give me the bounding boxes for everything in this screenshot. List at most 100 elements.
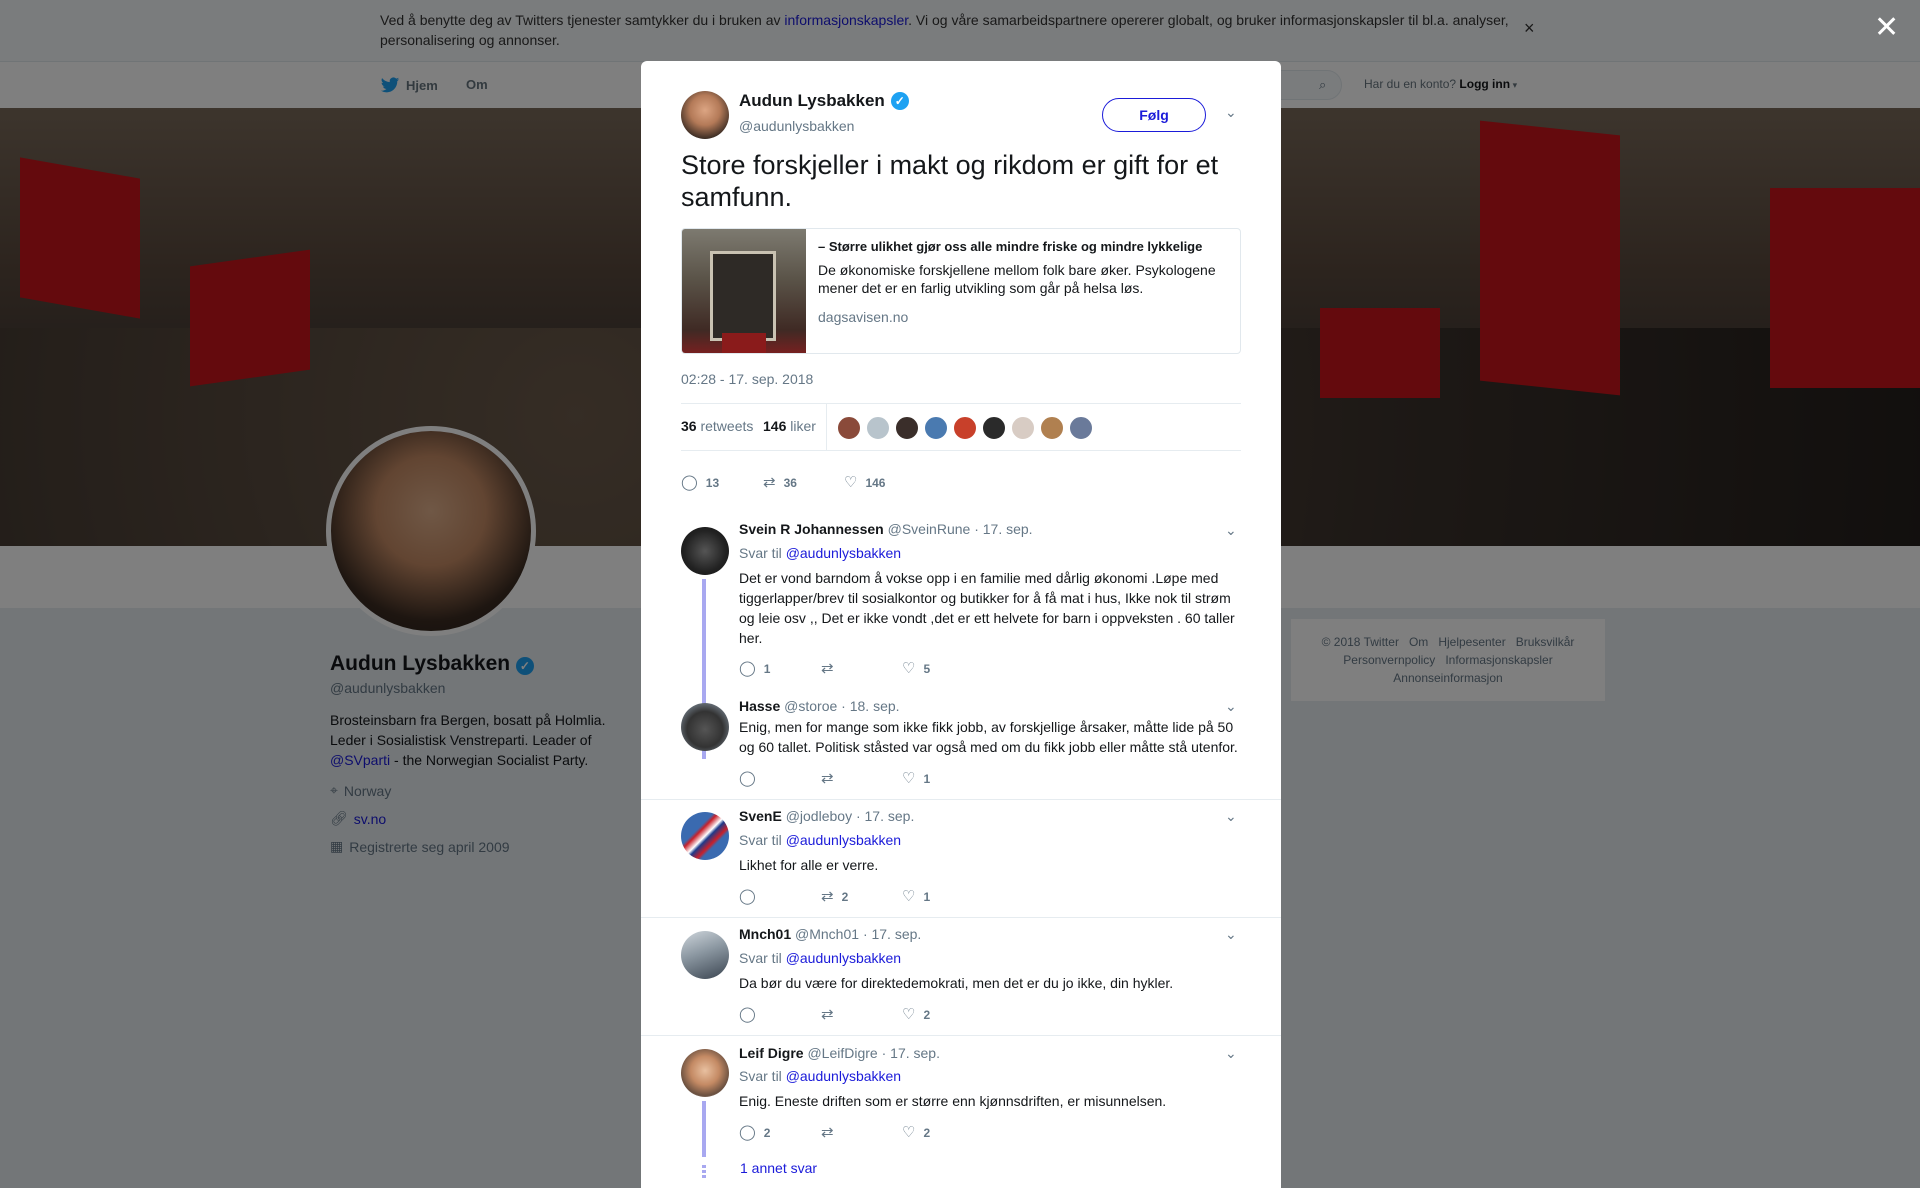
retweet-icon: ⇄ <box>821 888 834 905</box>
reply-date[interactable]: · 17. sep. <box>882 1045 940 1061</box>
card-title: – Større ulikhet gjør oss alle mindre fr… <box>818 239 1203 254</box>
reply-icon: ◯ <box>739 770 756 787</box>
author-avatar[interactable] <box>681 91 729 139</box>
tweet-timestamp[interactable]: 02:28 - 17. sep. 2018 <box>681 371 813 387</box>
reply-avatar[interactable] <box>681 812 729 860</box>
reply-action[interactable]: ◯ <box>739 771 764 787</box>
retweet-action[interactable]: ⇄ 2 <box>821 889 848 905</box>
liker-avatar[interactable] <box>953 416 977 440</box>
like-action[interactable]: ♡ 1 <box>902 771 930 787</box>
like-action[interactable]: ♡ 2 <box>902 1007 930 1023</box>
card-image <box>682 229 806 353</box>
like-count: 2 <box>923 1008 931 1022</box>
reply-avatar[interactable] <box>681 931 729 979</box>
reply-header: SvenE @jodleboy · 17. sep. <box>739 808 914 824</box>
retweet-action[interactable]: ⇄ <box>821 1125 842 1141</box>
reply-author-name[interactable]: Leif Digre <box>739 1045 804 1061</box>
reply-action[interactable]: ◯ <box>739 889 764 905</box>
chevron-down-icon[interactable]: ⌄ <box>1225 1045 1237 1062</box>
thread-dots <box>702 1165 706 1179</box>
stats-divider <box>826 404 827 450</box>
reply-avatar[interactable] <box>681 1049 729 1097</box>
reply-divider <box>641 1035 1281 1036</box>
reply-action[interactable]: ◯ 13 <box>681 475 719 491</box>
reply-date[interactable]: · 17. sep. <box>974 521 1032 537</box>
like-count: 5 <box>923 662 931 676</box>
reply-date[interactable]: · 18. sep. <box>841 698 899 714</box>
retweet-icon: ⇄ <box>763 474 776 491</box>
follow-button[interactable]: Følg <box>1102 98 1206 132</box>
reply-action[interactable]: ◯ 2 <box>739 1125 770 1141</box>
reply-author-handle[interactable]: @SveinRune <box>888 521 971 537</box>
link-card[interactable]: – Større ulikhet gjør oss alle mindre fr… <box>681 228 1241 354</box>
like-action[interactable]: ♡ 146 <box>844 475 885 491</box>
reply-author-name[interactable]: Hasse <box>739 698 780 714</box>
more-replies-link[interactable]: 1 annet svar <box>740 1160 817 1176</box>
reply-header: Mnch01 @Mnch01 · 17. sep. <box>739 926 921 942</box>
reply-to-link[interactable]: @audunlysbakken <box>786 545 901 561</box>
liker-avatar[interactable] <box>982 416 1006 440</box>
retweet-action[interactable]: ⇄ <box>821 1007 842 1023</box>
reply-author-handle[interactable]: @storoe <box>784 698 837 714</box>
reply-to-label: Svar til <box>739 950 786 966</box>
reply-to-label: Svar til <box>739 832 786 848</box>
thread-line <box>702 1101 706 1157</box>
reply-action[interactable]: ◯ 1 <box>739 661 770 677</box>
like-count-value: 146 <box>763 418 787 434</box>
chevron-down-icon[interactable]: ⌄ <box>1225 698 1237 715</box>
retweet-action[interactable]: ⇄ <box>821 771 842 787</box>
author-handle[interactable]: @audunlysbakken <box>739 118 854 134</box>
liker-avatar[interactable] <box>837 416 861 440</box>
heart-icon: ♡ <box>902 1006 916 1023</box>
retweet-action-count: 36 <box>783 476 797 490</box>
liker-avatar[interactable] <box>895 416 919 440</box>
chevron-down-icon[interactable]: ⌄ <box>1225 104 1237 121</box>
retweet-count[interactable]: 36 retweets <box>681 418 753 434</box>
reply-author-name[interactable]: SvenE <box>739 808 782 824</box>
retweet-action[interactable]: ⇄ <box>821 661 842 677</box>
reply-date[interactable]: · 17. sep. <box>856 808 914 824</box>
reply-to-link[interactable]: @audunlysbakken <box>786 1068 901 1084</box>
reply-count: 1 <box>763 662 771 676</box>
liker-avatar[interactable] <box>1011 416 1035 440</box>
reply-avatar[interactable] <box>681 527 729 575</box>
reply-author-handle[interactable]: @LeifDigre <box>807 1045 877 1061</box>
chevron-down-icon[interactable]: ⌄ <box>1225 808 1237 825</box>
like-action[interactable]: ♡ 1 <box>902 889 930 905</box>
reply-divider <box>641 917 1281 918</box>
like-count: 1 <box>923 772 931 786</box>
reply-text: Enig, men for mange som ikke fikk jobb, … <box>739 719 1238 755</box>
reply-to-link[interactable]: @audunlysbakken <box>786 832 901 848</box>
author-name[interactable]: Audun Lysbakken ✓ <box>739 91 909 111</box>
reply-avatar[interactable] <box>681 703 729 751</box>
chevron-down-icon[interactable]: ⌄ <box>1225 522 1237 539</box>
retweet-icon: ⇄ <box>821 1006 834 1023</box>
retweet-count: 2 <box>841 890 849 904</box>
heart-icon: ♡ <box>902 1124 916 1141</box>
liker-avatar[interactable] <box>1040 416 1064 440</box>
reply-to-link[interactable]: @audunlysbakken <box>786 950 901 966</box>
reply-to-label: Svar til <box>739 545 786 561</box>
liker-avatar[interactable] <box>866 416 890 440</box>
retweet-action[interactable]: ⇄ 36 <box>763 475 797 491</box>
chevron-down-icon[interactable]: ⌄ <box>1225 926 1237 943</box>
reply-icon: ◯ <box>739 888 756 905</box>
like-count[interactable]: 146 liker <box>763 418 816 434</box>
reply-text: Enig. Eneste driften som er større enn k… <box>739 1093 1167 1109</box>
close-icon[interactable]: ✕ <box>1874 10 1899 45</box>
reply-date[interactable]: · 17. sep. <box>863 926 921 942</box>
liker-avatar[interactable] <box>924 416 948 440</box>
reply-author-handle[interactable]: @jodleboy <box>786 808 852 824</box>
reply-to: Svar til @audunlysbakken <box>739 950 901 966</box>
like-action[interactable]: ♡ 2 <box>902 1125 930 1141</box>
tweet-stats: 36 retweets 146 liker <box>681 403 1241 451</box>
liker-avatar[interactable] <box>1069 416 1093 440</box>
like-action[interactable]: ♡ 5 <box>902 661 930 677</box>
retweet-count-label: retweets <box>700 418 754 434</box>
reply-text: Da bør du være for direktedemokrati, men… <box>739 975 1174 991</box>
reply-to-label: Svar til <box>739 1068 786 1084</box>
reply-author-name[interactable]: Mnch01 <box>739 926 791 942</box>
reply-author-handle[interactable]: @Mnch01 <box>795 926 859 942</box>
reply-author-name[interactable]: Svein R Johannessen <box>739 521 884 537</box>
reply-action[interactable]: ◯ <box>739 1007 764 1023</box>
